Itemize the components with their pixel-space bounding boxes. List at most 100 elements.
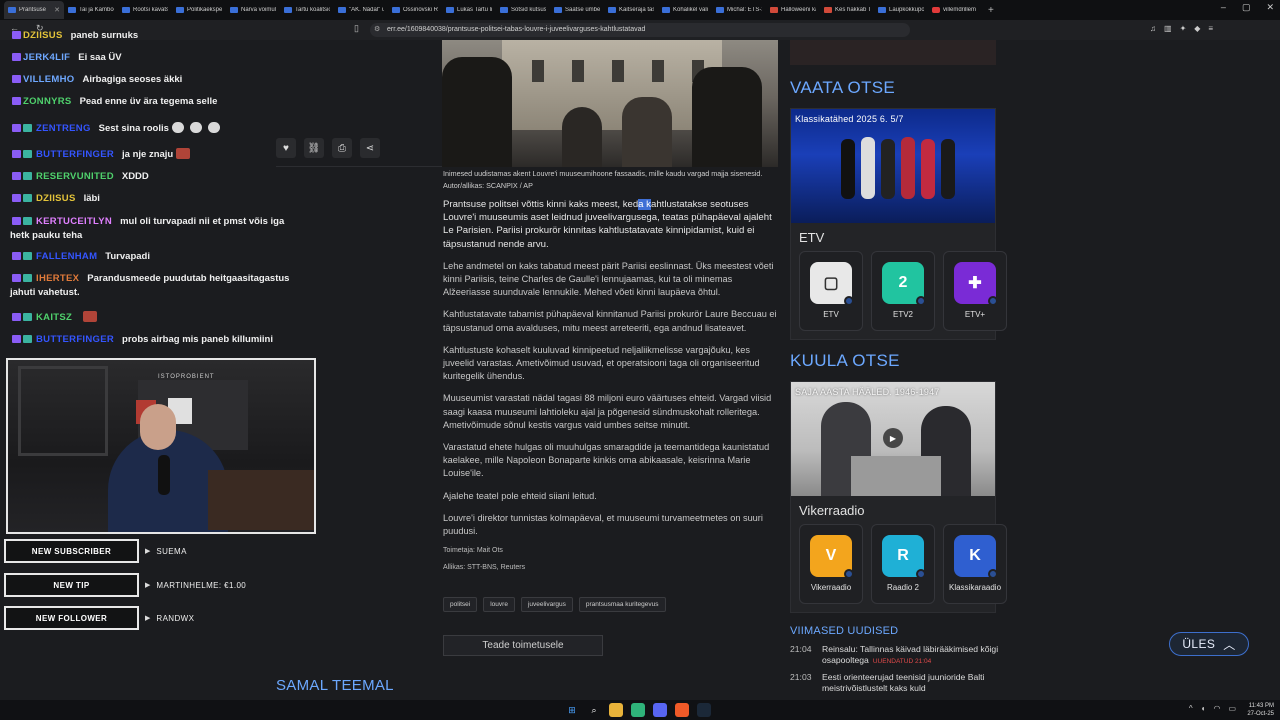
bookmark-icon[interactable]: ▯ — [354, 23, 359, 34]
article-tag[interactable]: politsei — [443, 597, 478, 612]
close-icon[interactable]: ✕ — [1266, 2, 1274, 13]
live-dot-icon — [988, 569, 998, 579]
browser-tab[interactable]: Tai ja Kambod — [64, 1, 118, 19]
folder-icon[interactable] — [609, 703, 623, 717]
article-tag[interactable]: prantsusmaa kuritegevus — [578, 597, 666, 612]
browser-tab[interactable]: Sotsid kutsusi — [496, 1, 550, 19]
link-icon[interactable]: ⛓ — [304, 138, 324, 158]
article-paragraph: Kahtlustuste kohaselt kuuluvad kinnipeet… — [443, 344, 760, 382]
like-icon[interactable]: ♥ — [276, 138, 296, 158]
tab-title: "AK. Nädal" uu — [349, 7, 384, 13]
new-tab-button[interactable]: + — [988, 5, 994, 16]
site-info-icon[interactable]: ⚙ — [374, 23, 383, 37]
live-program-title: Klassikatähed 2025 6. 5/7 — [795, 114, 904, 124]
chat-message: IHERTEX Parandusmeede puudutab heitgaasit… — [12, 273, 289, 284]
news-item[interactable]: 21:03 Eesti orienteerujad teenisid juunio… — [790, 672, 1000, 694]
browser-tab[interactable]: Halloweeni ka — [766, 1, 820, 19]
chat-username: BUTTERFINGER — [36, 149, 115, 160]
url-field[interactable]: ⚙ err.ee/1609840038/prantsuse-politsei-ta… — [370, 23, 910, 37]
platform-badge-icon — [12, 252, 21, 260]
tab-title: villemdrillem — [943, 7, 977, 13]
tab-title: Kohalikel valimi — [673, 7, 708, 13]
article-hero-image — [442, 40, 778, 167]
wallet-icon[interactable]: ◆ — [1194, 24, 1200, 33]
browser-tab[interactable]: Rootsi kavatse — [118, 1, 172, 19]
browser-tab[interactable]: Michal: ETS-2 — [712, 1, 766, 19]
channel-card[interactable]: R Raadio 2 — [871, 524, 935, 604]
channel-logo-glyph: ✚ — [968, 275, 982, 292]
tab-close-icon[interactable]: ✕ — [54, 6, 60, 14]
browser-tab[interactable]: Kes hakkab Tall — [820, 1, 874, 19]
article-paragraph: Ajalehe teatel pole ehteid siiani leitud… — [443, 490, 597, 501]
browser-tab[interactable]: villemdrillem — [928, 1, 982, 19]
platform-badge-icon — [12, 217, 21, 225]
latest-news-title[interactable]: VIIMASED UUDISED — [790, 625, 898, 637]
news-time: 21:04 — [790, 644, 812, 654]
watch-live-title[interactable]: VAATA OTSE — [790, 78, 895, 98]
vikerraadio-live-thumbnail[interactable]: SAJA AASTA HÄÄLED. 1946-1947 ▶ — [791, 382, 995, 496]
start-icon[interactable]: ⊞ — [565, 703, 579, 717]
browser-tab[interactable]: Kohalikel valimi — [658, 1, 712, 19]
channel-card[interactable]: ▢ ETV — [799, 251, 863, 331]
steam-icon[interactable] — [697, 703, 711, 717]
browser-tab[interactable]: Narva võimuli — [226, 1, 280, 19]
app-icon[interactable] — [631, 703, 645, 717]
browser-tab[interactable]: Lukas Tartu linn — [442, 1, 496, 19]
article-paragraph: Muuseumist varastati nädal tagasi 88 mil… — [443, 393, 772, 430]
sidebar-top-image[interactable] — [790, 40, 996, 65]
browser-tab[interactable]: Ossinovski Res — [388, 1, 442, 19]
channel-card[interactable]: K Klassikaraadio — [943, 524, 1007, 604]
alert-value: MARTINHELME: €1.00 — [156, 580, 247, 590]
maximize-icon[interactable]: ▢ — [1242, 2, 1251, 13]
scroll-up-button[interactable]: ÜLES ︿ — [1169, 632, 1249, 656]
sub-badge-icon — [23, 172, 32, 180]
channel-card[interactable]: V Vikerraadio — [799, 524, 863, 604]
menu-icon[interactable]: ≡ — [1208, 24, 1213, 33]
chevron-up-tray-icon[interactable]: ^ — [1189, 704, 1193, 713]
media-icon[interactable]: ♫ — [1150, 24, 1156, 33]
search-icon[interactable]: ⌕ — [587, 703, 601, 717]
browser-tab[interactable]: Laupkokkupõr — [874, 1, 928, 19]
browser-tab[interactable]: Politikaeksper — [172, 1, 226, 19]
brave-icon[interactable] — [675, 703, 689, 717]
article-tag[interactable]: juveelivargus — [520, 597, 573, 612]
image-caption: Inimesed uudistamas akent Louvre'i muuse… — [443, 169, 763, 190]
tab-favicon-icon — [338, 7, 346, 13]
cam-logo: ISTOPROBIENT — [158, 374, 215, 380]
channel-logo-icon: ▢ — [810, 262, 854, 306]
tab-title: Tartu koalitsio — [295, 7, 330, 13]
channel-card[interactable]: 2 ETV2 — [871, 251, 935, 331]
speaker-icon[interactable]: ◖ — [1201, 704, 1206, 713]
window-controls: – ▢ ✕ — [1221, 2, 1274, 13]
browser-tab[interactable]: "AK. Nädal" uu — [334, 1, 388, 19]
channel-card[interactable]: ✚ ETV+ — [943, 251, 1007, 331]
play-icon[interactable]: ▶ — [883, 428, 903, 448]
alert-label: NEW TIP — [4, 573, 139, 597]
article-tag[interactable]: louvre — [483, 597, 515, 612]
alert-label: NEW FOLLOWER — [4, 606, 139, 630]
platform-badge-icon — [12, 75, 21, 83]
feedback-button[interactable]: Teade toimetusele — [443, 635, 603, 656]
extensions-icon[interactable]: ✦ — [1180, 24, 1187, 33]
radio-program-title: SAJA AASTA HÄÄLED. 1946-1947 — [795, 387, 940, 397]
browser-tab[interactable]: Prantsuse ✕ — [4, 1, 64, 19]
browser-tab[interactable]: Saatse ümbers — [550, 1, 604, 19]
sidebar-icon[interactable]: ▥ — [1164, 24, 1172, 33]
tab-title: Lukas Tartu linn — [457, 7, 492, 13]
share-icon[interactable]: ⋖ — [360, 138, 380, 158]
clock[interactable]: 11:43 PM 27-Oct-25 — [1247, 702, 1274, 718]
browser-tab[interactable]: Kaitseraja taste — [604, 1, 658, 19]
battery-icon[interactable]: ▭ — [1228, 704, 1236, 713]
wifi-icon[interactable]: ◠ — [1213, 704, 1220, 713]
browser-tab[interactable]: Tartu koalitsio — [280, 1, 334, 19]
listen-live-title[interactable]: KUULA OTSE — [790, 351, 900, 371]
chat-text: Ei saa ÜV — [78, 52, 122, 63]
live-dot-icon — [988, 296, 998, 306]
minimize-icon[interactable]: – — [1221, 2, 1226, 13]
channel-label: ETV — [823, 310, 839, 319]
etv-live-thumbnail[interactable]: Klassikatähed 2025 6. 5/7 — [791, 109, 995, 223]
channel-logo-glyph: ▢ — [823, 275, 839, 292]
discord-icon[interactable] — [653, 703, 667, 717]
news-item[interactable]: 21:04 Reinsalu: Tallinnas käivad läbirääk… — [790, 644, 1000, 667]
print-icon[interactable]: ⎙ — [332, 138, 352, 158]
